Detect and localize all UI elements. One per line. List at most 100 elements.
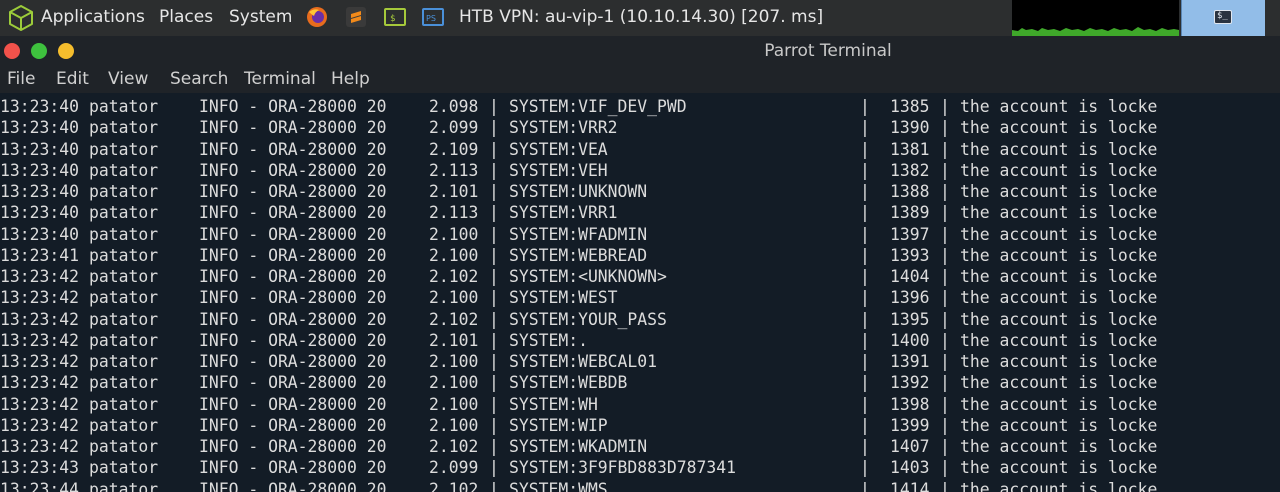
- log-duration: 2.098: [429, 97, 479, 116]
- log-program: patator: [89, 373, 159, 393]
- log-time: 13:23:42: [0, 330, 79, 350]
- log-time: 13:23:42: [0, 288, 79, 308]
- log-time: 13:23:42: [0, 394, 79, 414]
- vpn-status: HTB VPN: au-vip-1 (10.10.14.30) [207. ms…: [459, 7, 824, 27]
- log-time: 13:23:40: [0, 203, 79, 223]
- log-duration: 2.102: [429, 479, 479, 492]
- applications-cube-icon[interactable]: [7, 4, 35, 32]
- terminal-launcher-icon[interactable]: $: [384, 6, 406, 28]
- log-code: 1404: [890, 267, 930, 286]
- log-separator: |: [940, 415, 950, 435]
- log-level: INFO - ORA-28000 20: [199, 118, 387, 138]
- log-duration: 2.100: [429, 288, 479, 308]
- log-separator: |: [489, 330, 499, 350]
- log-credential: SYSTEM:YOUR_PASS: [509, 309, 667, 329]
- log-level: INFO - ORA-28000 20: [199, 245, 387, 265]
- menu-file[interactable]: File: [7, 66, 35, 93]
- log-separator: |: [860, 97, 870, 116]
- firefox-icon[interactable]: [306, 6, 328, 28]
- log-duration: 2.099: [429, 458, 479, 478]
- log-separator: |: [940, 182, 950, 201]
- log-credential: SYSTEM:WFADMIN: [509, 224, 648, 244]
- sublime-text-icon[interactable]: [345, 6, 367, 28]
- log-time: 13:23:40: [0, 118, 79, 138]
- log-separator: |: [860, 458, 870, 478]
- log-duration: 2.102: [429, 309, 479, 329]
- log-duration: 2.109: [429, 139, 479, 159]
- log-code: 1390: [890, 118, 930, 138]
- log-credential: SYSTEM:WMS: [509, 479, 608, 492]
- log-duration: 2.100: [429, 224, 479, 244]
- log-program: patator: [89, 394, 159, 414]
- log-message: the account is locke: [960, 458, 1158, 478]
- log-separator: |: [489, 97, 499, 116]
- log-separator: |: [940, 309, 950, 329]
- log-level: INFO - ORA-28000 20: [199, 139, 387, 159]
- svg-text:PS: PS: [426, 14, 436, 23]
- log-level: INFO - ORA-28000 20: [199, 437, 387, 456]
- applications-menu[interactable]: Applications: [41, 0, 145, 36]
- menu-view[interactable]: View: [108, 66, 148, 93]
- log-level: INFO - ORA-28000 20: [199, 415, 387, 435]
- log-separator: |: [489, 394, 499, 414]
- log-duration: 2.102: [429, 437, 479, 456]
- log-credential: SYSTEM:3F9FBD883D787341: [509, 458, 736, 478]
- places-menu[interactable]: Places: [159, 0, 213, 36]
- log-message: the account is locke: [960, 309, 1158, 329]
- log-separator: |: [489, 437, 499, 456]
- log-message: the account is locke: [960, 479, 1158, 492]
- log-separator: |: [940, 458, 950, 478]
- log-code: 1381: [890, 139, 930, 159]
- log-separator: |: [940, 352, 950, 371]
- log-code: 1391: [890, 352, 930, 371]
- log-program: patator: [89, 118, 159, 138]
- menu-search[interactable]: Search: [170, 66, 228, 93]
- log-level: INFO - ORA-28000 20: [199, 479, 387, 492]
- menu-terminal[interactable]: Terminal: [244, 66, 316, 93]
- log-level: INFO - ORA-28000 20: [199, 373, 387, 393]
- log-duration: 2.100: [429, 394, 479, 414]
- log-separator: |: [940, 118, 950, 138]
- log-message: the account is locke: [960, 224, 1158, 244]
- log-code: 1385: [890, 97, 930, 116]
- log-duration: 2.100: [429, 245, 479, 265]
- powershell-icon[interactable]: PS: [422, 6, 444, 28]
- log-message: the account is locke: [960, 267, 1158, 286]
- log-code: 1398: [890, 394, 930, 414]
- log-message: the account is locke: [960, 182, 1158, 201]
- system-menu[interactable]: System: [229, 0, 292, 36]
- top-panel: Applications Places System $ PS HTB VPN:…: [0, 0, 1280, 36]
- log-separator: |: [940, 479, 950, 492]
- log-credential: SYSTEM:WKADMIN: [509, 437, 648, 456]
- log-separator: |: [860, 203, 870, 223]
- log-credential: SYSTEM:VIF_DEV_PWD: [509, 97, 687, 116]
- log-separator: |: [860, 139, 870, 159]
- log-separator: |: [489, 479, 499, 492]
- log-separator: |: [940, 139, 950, 159]
- window-title: Parrot Terminal: [764, 41, 892, 61]
- menu-help[interactable]: Help: [331, 66, 370, 93]
- log-duration: 2.101: [429, 330, 479, 350]
- log-separator: |: [489, 118, 499, 138]
- log-time: 13:23:40: [0, 182, 79, 201]
- terminal-output[interactable]: 13:23:40 patator INFO - ORA-28000 20 2.098 |…: [0, 96, 1280, 492]
- log-separator: |: [940, 373, 950, 393]
- menu-edit[interactable]: Edit: [56, 66, 89, 93]
- log-code: 1400: [890, 330, 930, 350]
- log-duration: 2.101: [429, 182, 479, 201]
- log-separator: |: [860, 224, 870, 244]
- log-code: 1399: [890, 415, 930, 435]
- log-separator: |: [860, 288, 870, 308]
- log-time: 13:23:40: [0, 97, 79, 116]
- log-message: the account is locke: [960, 160, 1158, 180]
- log-separator: |: [489, 288, 499, 308]
- log-separator: |: [489, 182, 499, 201]
- taskbar-terminal-button[interactable]: $_: [1181, 0, 1265, 36]
- log-separator: |: [860, 267, 870, 286]
- log-time: 13:23:41: [0, 245, 79, 265]
- log-program: patator: [89, 97, 159, 116]
- log-duration: 2.100: [429, 373, 479, 393]
- log-message: the account is locke: [960, 437, 1158, 456]
- log-code: 1407: [890, 437, 930, 456]
- log-time: 13:23:42: [0, 415, 79, 435]
